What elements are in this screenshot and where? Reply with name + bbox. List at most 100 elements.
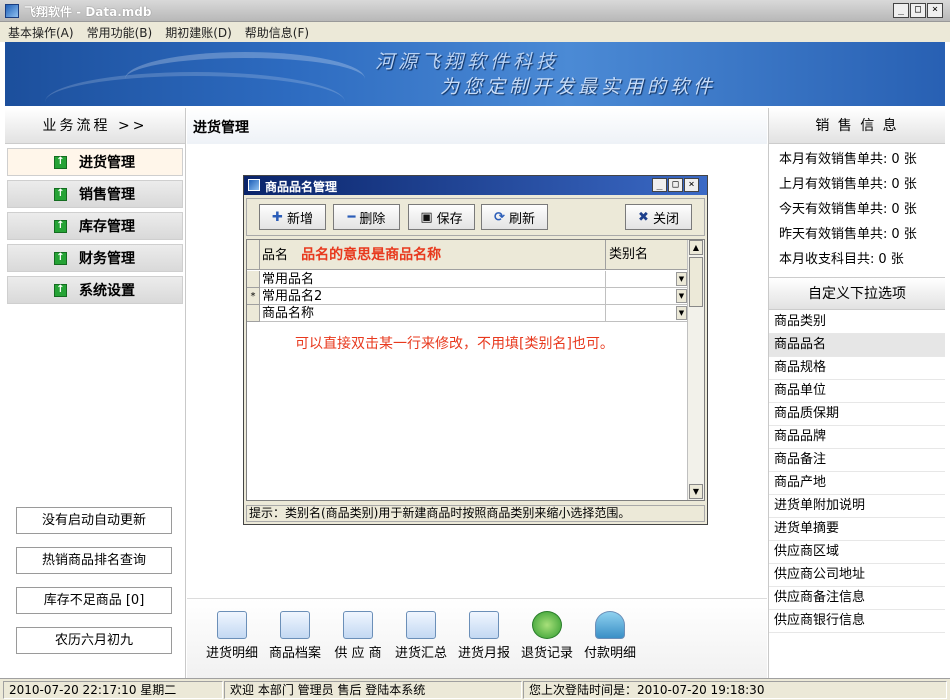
add-button[interactable]: ✚ 新增 (259, 204, 326, 230)
nav-label: 销售管理 (79, 187, 135, 203)
sales-stat-value: 0 张 (891, 152, 917, 167)
sales-stat: 本月收支科目共: 0 张 (779, 248, 904, 267)
umbrella-icon (595, 611, 625, 639)
left-panel: 业务流程 >> ↑ 进货管理 ↑ 销售管理 ↑ 库存管理 ↑ 财务管理 ↑ 系统… (5, 108, 186, 678)
tb-payment-detail[interactable]: 付款明细 (579, 611, 641, 661)
col-header-name[interactable]: 品名 品名的意思是商品名称 (260, 240, 606, 270)
option-item[interactable]: 商品品牌 (769, 426, 945, 449)
lunar-date-button[interactable]: 农历六月初九 (16, 627, 172, 654)
cell-category[interactable]: ▼ (606, 288, 688, 305)
tb-label: 进货月报 (457, 646, 510, 661)
refresh-button[interactable]: ⟳ 刷新 (481, 204, 548, 230)
tb-purchase-monthly[interactable]: 进货月报 (453, 611, 515, 661)
option-item[interactable]: 商品备注 (769, 449, 945, 472)
scroll-thumb[interactable] (689, 257, 703, 307)
option-item[interactable]: 商品产地 (769, 472, 945, 495)
grid-vertical-scrollbar[interactable]: ▲ ▼ (687, 240, 704, 500)
row-indicator: * (247, 288, 260, 305)
option-item[interactable]: 进货单摘要 (769, 518, 945, 541)
auto-update-button[interactable]: 没有启动自动更新 (16, 507, 172, 534)
tb-label: 商品档案 (268, 646, 321, 661)
sales-stat: 本月有效销售单共: 0 张 (779, 148, 917, 167)
dialog-minimize-button[interactable]: _ (652, 178, 667, 192)
close-button[interactable]: × (927, 3, 943, 18)
menu-opening[interactable]: 期初建账(D) (165, 24, 232, 41)
maximize-button[interactable]: □ (910, 3, 926, 18)
dialog-maximize-button[interactable]: □ (668, 178, 683, 192)
floppy-disk-icon: ▣ (420, 209, 433, 225)
close-dialog-button-label: 关闭 (652, 211, 679, 227)
option-item[interactable]: 商品规格 (769, 357, 945, 380)
dialog-close-x-button[interactable]: × (684, 178, 699, 192)
arrow-up-icon: ↑ (54, 187, 67, 201)
close-dialog-button[interactable]: ✖ 关闭 (625, 204, 692, 230)
sales-info-header: 销 售 信 息 (769, 108, 945, 144)
option-item[interactable]: 商品类别 (769, 311, 945, 334)
minimize-button[interactable]: _ (893, 3, 909, 18)
tb-purchase-detail[interactable]: 进货明细 (201, 611, 263, 661)
delete-button[interactable]: ━ 删除 (333, 204, 400, 230)
tb-return-records[interactable]: 退货记录 (516, 611, 578, 661)
dropdown-arrow-icon[interactable]: ▼ (676, 289, 687, 303)
menu-help[interactable]: 帮助信息(F) (245, 24, 309, 41)
option-item[interactable]: 进货单附加说明 (769, 495, 945, 518)
status-datetime: 2010-07-20 22:17:10 星期二 (3, 681, 223, 699)
cell-name[interactable]: 商品名称 (260, 305, 606, 322)
nav-sales[interactable]: ↑ 销售管理 (7, 180, 183, 208)
arrow-up-icon: ↑ (54, 155, 67, 169)
window-title-bar: 飞翔软件 - Data.mdb _ □ × (0, 0, 950, 22)
minus-icon: ━ (347, 209, 356, 225)
right-panel: 销 售 信 息 本月有效销售单共: 0 张 上月有效销售单共: 0 张 今天有效销售… (768, 108, 945, 678)
nav-settings[interactable]: ↑ 系统设置 (7, 276, 183, 304)
menu-basic[interactable]: 基本操作(A) (8, 24, 74, 41)
col-header-category[interactable]: 类别名 (606, 240, 688, 270)
col-name-hint: 品名的意思是商品名称 (301, 247, 442, 263)
nav-purchase[interactable]: ↑ 进货管理 (7, 148, 183, 176)
dropdown-arrow-icon[interactable]: ▼ (676, 272, 687, 286)
scroll-up-arrow-icon[interactable]: ▲ (689, 240, 703, 255)
tb-product-archive[interactable]: 商品档案 (264, 611, 326, 661)
refresh-button-label: 刷新 (508, 211, 535, 227)
cell-category[interactable]: ▼ (606, 305, 688, 322)
menu-common[interactable]: 常用功能(B) (87, 24, 153, 41)
cell-category[interactable]: ▼ (606, 271, 688, 288)
sales-stat-value: 0 张 (891, 227, 917, 242)
product-name-grid: 品名 品名的意思是商品名称 类别名 常用品名 ▼ * 常用品名2 ▼ 商品名称 (246, 239, 705, 501)
tb-supplier[interactable]: 供 应 商 (327, 611, 389, 661)
option-item[interactable]: 商品单位 (769, 380, 945, 403)
page-title: 进货管理 (193, 120, 249, 136)
nav-inventory[interactable]: ↑ 库存管理 (7, 212, 183, 240)
sales-stat: 昨天有效销售单共: 0 张 (779, 223, 917, 242)
cell-name[interactable]: 常用品名2 (260, 288, 606, 305)
option-item[interactable]: 供应商银行信息 (769, 610, 945, 633)
dialog-title-bar[interactable]: 商品品名管理 _ □ × (244, 176, 707, 195)
option-item[interactable]: 供应商公司地址 (769, 564, 945, 587)
add-button-label: 新增 (286, 211, 313, 227)
nav-finance[interactable]: ↑ 财务管理 (7, 244, 183, 272)
menu-bar: 基本操作(A) 常用功能(B) 期初建账(D) 帮助信息(F) (0, 22, 950, 42)
hierarchy-icon (469, 611, 499, 639)
status-last-login: 您上次登陆时间是：2010-07-20 19:18:30 (523, 681, 947, 699)
content-header-bg (187, 108, 767, 144)
tools-icon (280, 611, 310, 639)
banner-slogan-tagline: 为您定制开发最实用的软件 (440, 76, 717, 98)
hot-products-button[interactable]: 热销商品排名查询 (16, 547, 172, 574)
option-item[interactable]: 供应商备注信息 (769, 587, 945, 610)
sales-stat: 上月有效销售单共: 0 张 (779, 173, 917, 192)
refresh-icon: ⟳ (494, 209, 505, 225)
save-button[interactable]: ▣ 保存 (408, 204, 475, 230)
scroll-down-arrow-icon[interactable]: ▼ (689, 484, 703, 499)
workflow-header[interactable]: 业务流程 >> (5, 108, 185, 144)
dialog-title: 商品品名管理 (265, 180, 338, 194)
tb-purchase-summary[interactable]: 进货汇总 (390, 611, 452, 661)
option-item[interactable]: 商品质保期 (769, 403, 945, 426)
option-item-selected[interactable]: 商品品名 (769, 334, 945, 357)
nav-label: 财务管理 (79, 251, 135, 267)
tb-label: 供 应 商 (334, 646, 382, 661)
low-stock-button[interactable]: 库存不足商品 [0] (16, 587, 172, 614)
tb-label: 进货汇总 (394, 646, 447, 661)
option-item[interactable]: 供应商区域 (769, 541, 945, 564)
cell-name[interactable]: 常用品名 (260, 271, 606, 288)
status-bar: 2010-07-20 22:17:10 星期二 欢迎 本部门 管理员 售后 登陆… (0, 678, 950, 700)
dropdown-arrow-icon[interactable]: ▼ (676, 306, 687, 320)
